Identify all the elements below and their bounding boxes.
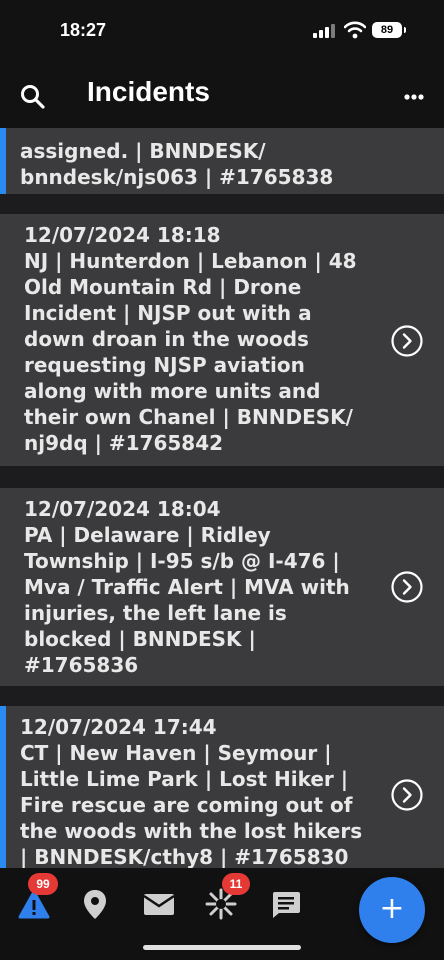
incident-card[interactable]: 12/07/2024 17:44 CT | New Haven | Seymou…: [0, 706, 444, 868]
incident-text: 12/07/2024 18:18 NJ | Hunterdon | Lebano…: [24, 222, 374, 456]
add-incident-button[interactable]: +: [359, 877, 425, 943]
page-title: Incidents: [87, 76, 210, 107]
incident-description: NJ | Hunterdon | Lebanon | 48 Old Mounta…: [24, 249, 357, 455]
scanner-badge: 11: [222, 873, 250, 895]
search-icon[interactable]: [18, 82, 48, 112]
incident-text: 12/07/2024 18:04 PA | Delaware | Ridley …: [24, 496, 374, 678]
mail-icon: [143, 894, 175, 915]
incident-description: PA | Delaware | Ridley Township | I-95 s…: [24, 523, 350, 677]
incident-card[interactable]: 12/07/2024 18:04 PA | Delaware | Ridley …: [0, 488, 444, 686]
incident-description: CT | New Haven | Seymour | Little Lime P…: [20, 741, 363, 868]
app-header: Incidents: [0, 62, 444, 128]
incident-list[interactable]: assigned. | BNNDESK/ bnndesk/njs063 | #1…: [0, 128, 444, 868]
incident-card[interactable]: assigned. | BNNDESK/ bnndesk/njs063 | #1…: [0, 128, 444, 194]
alerts-badge: 99: [28, 873, 58, 895]
incident-timestamp: 12/07/2024 17:44: [20, 715, 217, 739]
home-indicator: [143, 945, 301, 950]
status-time: 18:27: [60, 20, 107, 40]
cellular-signal-icon: [313, 24, 337, 38]
tab-chat[interactable]: [263, 882, 307, 926]
tab-map[interactable]: [73, 882, 117, 926]
chevron-right-icon[interactable]: [390, 778, 424, 812]
tab-messages[interactable]: [137, 882, 181, 926]
incident-text: assigned. | BNNDESK/ bnndesk/njs063 | #1…: [20, 139, 334, 189]
more-options-icon[interactable]: [396, 85, 432, 109]
status-bar: 18:27 89: [0, 0, 444, 62]
chevron-right-icon[interactable]: [390, 324, 424, 358]
incident-card[interactable]: 12/07/2024 18:18 NJ | Hunterdon | Lebano…: [0, 214, 444, 466]
battery-icon: 89: [372, 22, 406, 38]
location-pin-icon: [84, 890, 106, 919]
incident-text: 12/07/2024 17:44 CT | New Haven | Seymou…: [20, 714, 370, 868]
chat-icon: [272, 892, 300, 918]
incident-timestamp: 12/07/2024 18:04: [24, 497, 221, 521]
chevron-right-icon[interactable]: [390, 570, 424, 604]
incident-timestamp: 12/07/2024 18:18: [24, 223, 221, 247]
wifi-icon: [344, 21, 366, 39]
